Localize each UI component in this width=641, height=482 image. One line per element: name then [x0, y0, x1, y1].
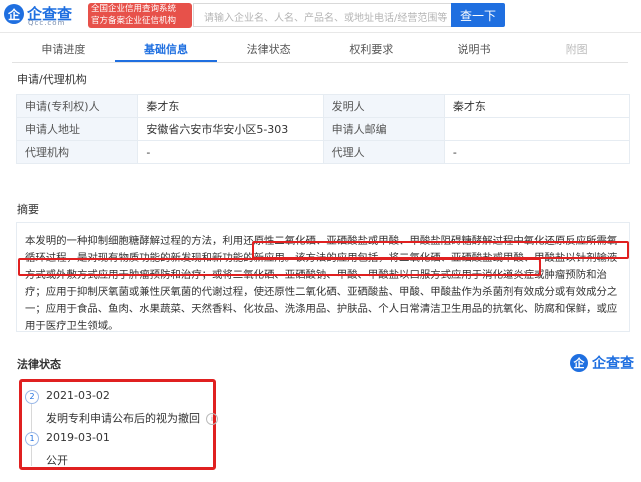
table-row: 代理机构 - 代理人 - — [15, 140, 631, 164]
cell-value: - — [137, 140, 324, 164]
cell-label: 发明人 — [322, 94, 445, 118]
tab-description[interactable]: 说明书 — [423, 38, 526, 62]
abstract-text: 本发明的一种抑制细胞糖酵解过程的方法，利用还原性二氧化硒、亚硒酸盐或甲酸、甲酸盐… — [16, 222, 630, 332]
tab-progress[interactable]: 申请进度 — [12, 38, 115, 62]
table-row: 申请(专利权)人 秦才东 发明人 秦才东 — [15, 94, 631, 118]
tagline-line1: 全国企业信用查询系统 — [91, 4, 177, 14]
cell-value: 安徽省六安市华安小区5-303 — [137, 117, 324, 141]
applicant-section-title: 申请/代理机构 — [17, 73, 87, 86]
table-row: 申请人地址 安徽省六安市华安小区5-303 申请人邮编 — [15, 117, 631, 141]
cell-label: 申请人地址 — [15, 117, 139, 141]
qcc-watermark-logo: 企 企查查 — [570, 353, 634, 373]
event-date: 2019-03-01 — [46, 431, 110, 444]
tagline-line2: 官方备案企业征信机构 — [91, 16, 177, 26]
applicant-table: 申请(专利权)人 秦才东 发明人 秦才东 申请人地址 安徽省六安市华安小区5-3… — [15, 94, 631, 164]
legal-status-title: 法律状态 — [17, 358, 61, 371]
cell-value — [443, 117, 631, 141]
tab-basic-info[interactable]: 基础信息 — [114, 38, 218, 62]
abstract-title: 摘要 — [17, 203, 39, 216]
tab-drawings: 附图 — [565, 43, 588, 56]
event-desc: 公开 — [46, 454, 68, 467]
cell-label: 代理人 — [322, 140, 445, 164]
tagline-badge: 全国企业信用查询系统 官方备案企业征信机构 — [88, 3, 192, 28]
logo-icon: 企 — [570, 354, 588, 372]
search-button[interactable]: 查一下 — [451, 3, 505, 27]
cell-value[interactable]: 秦才东 — [137, 94, 324, 118]
top-bar: 企 企查查 Qcc.com 全国企业信用查询系统 官方备案企业征信机构 请输入企… — [0, 0, 641, 33]
event-desc-text: 发明专利申请公布后的视为撤回 — [46, 412, 200, 425]
detail-tabs: 申请进度 基础信息 法律状态 权利要求 说明书 附图 — [12, 38, 628, 63]
event-desc: 发明专利申请公布后的视为撤回 i — [46, 410, 218, 426]
logo-domain: Qcc.com — [28, 19, 66, 27]
timeline-node: 1 — [25, 432, 39, 446]
info-icon[interactable]: i — [206, 413, 218, 425]
cell-value[interactable]: 秦才东 — [443, 94, 631, 118]
cell-label: 代理机构 — [15, 140, 139, 164]
tab-claims[interactable]: 权利要求 — [320, 38, 423, 62]
cell-label: 申请人邮编 — [322, 117, 445, 141]
cell-label: 申请(专利权)人 — [15, 94, 139, 118]
cell-value: - — [443, 140, 631, 164]
logo-icon: 企 — [4, 4, 24, 24]
event-date: 2021-03-02 — [46, 389, 110, 402]
logo-name: 企查查 — [592, 356, 634, 372]
search-input[interactable]: 请输入企业名、人名、产品名、或地址电话/经营范围等 — [193, 3, 451, 27]
timeline-node: 2 — [25, 390, 39, 404]
tab-legal-status[interactable]: 法律状态 — [217, 38, 320, 62]
